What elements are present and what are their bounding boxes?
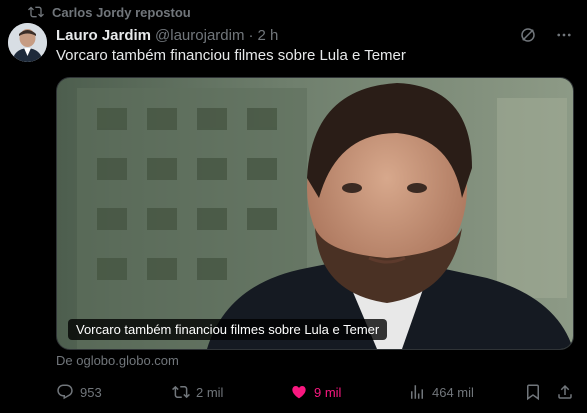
share-icon [558,384,572,399]
media-image [57,78,573,349]
repost-icon [172,385,190,399]
bookmark-button[interactable] [524,380,542,404]
share-button[interactable] [556,380,574,404]
avatar-image [8,23,47,62]
reply-button[interactable]: 953 [56,380,102,404]
source-link[interactable]: De oglobo.globo.com [56,353,179,368]
media-caption: Vorcaro também financiou filmes sobre Lu… [68,319,388,340]
tweet-media[interactable]: Vorcaro também financiou filmes sobre Lu… [56,77,574,350]
bookmark-icon [527,384,539,401]
more-options-icon[interactable] [555,26,573,44]
repost-indicator[interactable]: Carlos Jordy repostou [28,3,191,21]
like-count: 9 mil [314,384,342,400]
views-button[interactable]: 464 mil [408,380,474,404]
reply-count: 953 [80,384,102,400]
repost-button[interactable]: 2 mil [172,380,223,404]
repost-label: Carlos Jordy repostou [52,4,191,20]
heart-icon [292,386,306,399]
views-count: 464 mil [432,384,474,400]
reply-icon [57,384,73,400]
tweet-header: Lauro Jardim @laurojardim · 2 h [56,25,579,45]
action-bar: 953 2 mil 9 mil 464 mil [56,380,576,404]
separator-dot: · [248,26,254,44]
tweet-time[interactable]: 2 h [257,27,278,44]
like-button[interactable]: 9 mil [290,380,341,404]
author-handle[interactable]: @laurojardim [155,27,244,44]
repost-icon [28,6,44,18]
views-icon [411,385,423,399]
tweet-text: Vorcaro também financiou filmes sobre Lu… [56,47,406,64]
repost-count: 2 mil [196,384,224,400]
grok-icon[interactable] [519,26,537,44]
avatar[interactable] [8,23,47,62]
author-name[interactable]: Lauro Jardim [56,27,151,44]
